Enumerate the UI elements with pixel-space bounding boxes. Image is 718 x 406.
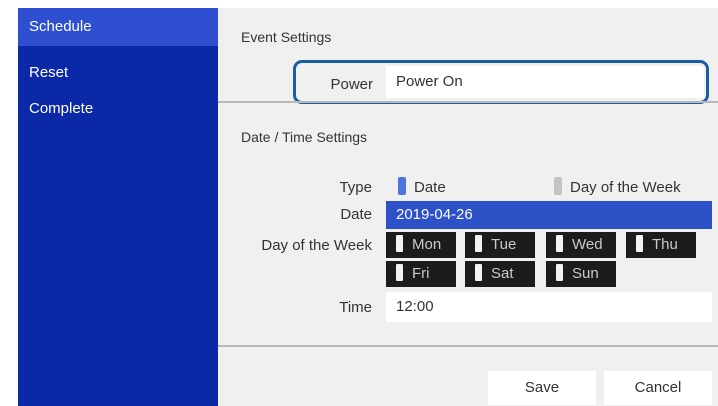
power-select[interactable]: Power On: [386, 66, 704, 98]
day-label: Sat: [491, 265, 514, 282]
type-label: Type: [339, 179, 372, 196]
settings-panel: Event Settings Power Power On Date / Tim…: [218, 8, 718, 406]
day-label: Fri: [412, 265, 430, 282]
day-toggle-fri[interactable]: Fri: [386, 261, 456, 287]
type-option-dow-label: Day of the Week: [570, 179, 681, 196]
day-toggle-wed[interactable]: Wed: [546, 232, 616, 258]
checkbox-icon: [475, 264, 482, 281]
checkbox-icon: [396, 264, 403, 281]
checkbox-icon: [636, 235, 643, 252]
type-option-date[interactable]: Date: [398, 173, 548, 203]
checkbox-icon: [556, 264, 563, 281]
sidebar-item-schedule[interactable]: Schedule: [18, 8, 218, 46]
day-toggle-thu[interactable]: Thu: [626, 232, 696, 258]
day-label: Wed: [572, 236, 603, 253]
date-field[interactable]: 2019-04-26: [386, 201, 712, 229]
footer-divider: [218, 345, 718, 347]
day-toggle-sat[interactable]: Sat: [465, 261, 535, 287]
type-option-day-of-week[interactable]: Day of the Week: [554, 173, 704, 203]
day-label: Mon: [412, 236, 442, 253]
day-toggle-mon[interactable]: Mon: [386, 232, 456, 258]
sidebar: Schedule Reset Complete: [18, 8, 218, 406]
time-label: Time: [339, 299, 372, 316]
day-label: Sun: [572, 265, 599, 282]
day-label: Tue: [491, 236, 517, 253]
sidebar-item-complete[interactable]: Complete: [18, 90, 218, 128]
radio-selected-icon: [398, 177, 406, 195]
checkbox-icon: [475, 235, 482, 252]
day-toggle-sun[interactable]: Sun: [546, 261, 616, 287]
day-of-week-label: Day of the Week: [261, 237, 372, 254]
checkbox-icon: [556, 235, 563, 252]
checkbox-icon: [396, 235, 403, 252]
event-settings-title: Event Settings: [241, 29, 332, 45]
type-option-date-label: Date: [414, 179, 446, 196]
datetime-settings-title: Date / Time Settings: [241, 129, 368, 145]
sidebar-item-reset[interactable]: Reset: [18, 54, 218, 92]
save-button[interactable]: Save: [488, 371, 596, 405]
day-label: Thu: [652, 236, 678, 253]
cancel-button[interactable]: Cancel: [604, 371, 712, 405]
time-field[interactable]: 12:00: [386, 292, 712, 322]
section-divider: [218, 101, 718, 103]
date-label: Date: [340, 206, 372, 223]
radio-unselected-icon: [554, 177, 562, 195]
day-toggle-tue[interactable]: Tue: [465, 232, 535, 258]
